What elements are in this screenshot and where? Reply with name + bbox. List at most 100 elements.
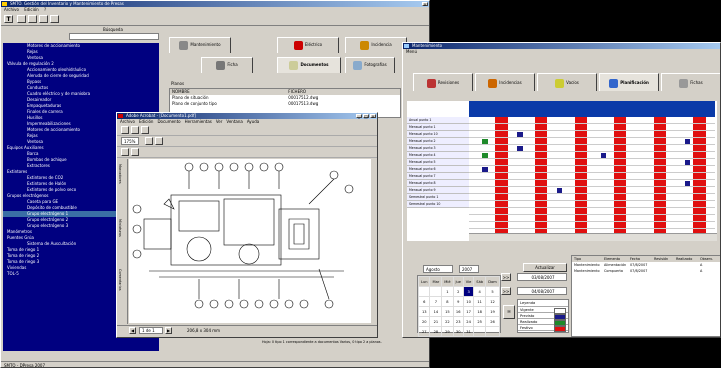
schedule-mark-previsto[interactable] (684, 181, 690, 186)
year-select[interactable]: 2007 (459, 265, 479, 273)
calendar-day[interactable]: 25 (473, 316, 487, 327)
menu-help[interactable]: ? (44, 7, 46, 12)
pdf-menu-item[interactable]: Edición (139, 119, 153, 124)
date-field-2[interactable]: 04/08/2007 (517, 287, 567, 295)
calendar-day[interactable]: 31 (462, 326, 475, 337)
calendar-day[interactable]: 22 (441, 316, 454, 327)
calendar-day[interactable]: 2 (452, 286, 464, 297)
pdf-close-button[interactable]: × (370, 114, 376, 119)
tab-incidencia[interactable]: Incidencia (345, 37, 407, 53)
menu-edicion[interactable]: Edición (24, 7, 38, 12)
calendar-day[interactable]: 7 (429, 296, 443, 307)
pdf-menu-item[interactable]: Herramientas (185, 119, 212, 124)
calendar-day[interactable]: 14 (429, 306, 443, 317)
list-item[interactable]: Plano de conjunto tipo 00017513.dwg (170, 101, 400, 107)
calendar-day[interactable]: 23 (452, 316, 464, 327)
calendar-day[interactable]: 10 (462, 296, 475, 307)
calendar-day[interactable]: 18 (473, 306, 487, 317)
tab-comentarios[interactable]: Comentarios (118, 269, 122, 291)
main-close-button[interactable]: × (422, 2, 428, 7)
maint-table[interactable]: Tipo Elemento Fecha Revisión Realizado Observ… (571, 255, 720, 337)
table-row[interactable]: Mantenimiento Compuerta 07/8/2007 A (572, 268, 720, 274)
calendar-day[interactable]: 3 (462, 286, 475, 297)
pdf-menu-item[interactable]: Archivo (120, 119, 135, 124)
calendar-day[interactable]: 15 (441, 306, 454, 317)
calendar[interactable]: Lun Mar Mié Jue Vie Sáb Dom 1 2 3 4 5 6 7 8 9 10 11 12 13 14… (417, 275, 501, 337)
calendar-day[interactable] (417, 286, 431, 297)
pdf-fit-page-button[interactable] (145, 137, 153, 145)
pdf-select-tool-button[interactable] (131, 148, 139, 156)
pdf-search-button[interactable] (141, 126, 149, 134)
menu-menu[interactable]: Menú (406, 49, 417, 54)
calendar-day[interactable]: 5 (485, 286, 500, 297)
calendar-day[interactable]: 6 (417, 296, 431, 307)
subtab-fotografias[interactable]: Fotografías (345, 57, 395, 73)
month-select[interactable]: Agosto (423, 265, 453, 273)
toolbar-open-button[interactable] (17, 15, 26, 23)
schedule-mark-previsto[interactable] (517, 146, 523, 151)
tab-electrico[interactable]: Eléctrico (277, 37, 339, 53)
menu-archivo[interactable]: Archivo (4, 7, 19, 12)
schedule-mark-previsto[interactable] (517, 132, 523, 137)
subtab-documentos[interactable]: Documentos (277, 57, 341, 73)
calendar-day[interactable]: 27 (417, 326, 431, 337)
tab-mantenimiento[interactable]: Mantenimiento (169, 37, 231, 53)
calendar-day[interactable]: 17 (462, 306, 475, 317)
calendar-day[interactable]: 29 (441, 326, 454, 337)
prev-date-button[interactable]: >> (501, 273, 511, 281)
calendar-day[interactable]: 30 (452, 326, 464, 337)
next-date-button[interactable]: >> (501, 287, 511, 295)
calendar-day[interactable] (485, 326, 500, 337)
toolbar-preview-button[interactable] (50, 15, 59, 23)
schedule-mark-previsto[interactable] (601, 153, 607, 158)
calendar-day[interactable]: 13 (417, 306, 431, 317)
calendar-day[interactable]: 20 (417, 316, 431, 327)
calendar-day[interactable]: 12 (485, 296, 500, 307)
calendar-day[interactable]: 1 (441, 286, 454, 297)
tab-miniaturas[interactable]: Miniaturas (118, 219, 122, 237)
schedule-mark-realizado[interactable] (482, 139, 488, 144)
pdf-first-page-button[interactable]: ◀ (129, 327, 136, 334)
pdf-print-button[interactable] (131, 126, 139, 134)
toolbar-print-button[interactable] (39, 15, 48, 23)
calendar-day[interactable]: 4 (473, 286, 487, 297)
calendar-day[interactable]: 8 (441, 296, 454, 307)
schedule-mark-previsto[interactable] (482, 167, 488, 172)
pdf-page-indicator[interactable]: 1 de 1 (139, 327, 163, 334)
tab-vacios[interactable]: Vacíos (537, 73, 597, 91)
calendar-day[interactable]: 28 (429, 326, 443, 337)
pdf-hand-tool-button[interactable] (121, 148, 129, 156)
subtab-ficha[interactable]: Ficha (201, 57, 253, 73)
pdf-zoom-field[interactable]: 175% (121, 137, 139, 145)
calendar-day[interactable]: 16 (452, 306, 464, 317)
tab-revisiones[interactable]: Revisiones (413, 73, 473, 91)
tab-marcadores[interactable]: Marcadores (118, 164, 122, 184)
calendar-day[interactable]: 21 (429, 316, 443, 327)
calendar-day[interactable] (473, 326, 487, 337)
grid-scrollbar[interactable] (469, 233, 717, 241)
toolbar-t-button[interactable]: T (4, 15, 13, 23)
pdf-menu-item[interactable]: Documento (157, 119, 180, 124)
calendar-day[interactable] (429, 286, 443, 297)
pdf-minimize-button[interactable]: _ (356, 114, 362, 119)
schedule-mark-previsto[interactable] (557, 188, 563, 193)
search-input[interactable] (69, 33, 159, 40)
calendar-day[interactable]: 24 (462, 316, 475, 327)
schedule-mark-previsto[interactable] (684, 160, 690, 165)
tab-fichas[interactable]: Fichas (661, 73, 720, 91)
calendar-day[interactable]: 19 (485, 306, 500, 317)
pdf-fit-width-button[interactable] (155, 137, 163, 145)
pdf-menu-item[interactable]: Ver (216, 119, 223, 124)
pdf-open-button[interactable] (121, 126, 129, 134)
pdf-last-page-button[interactable]: ▶ (165, 327, 172, 334)
calendar-day[interactable]: 9 (452, 296, 464, 307)
copy-button[interactable]: ✉ (503, 305, 515, 319)
pdf-menu-item[interactable]: Ayuda (247, 119, 259, 124)
pdf-maximize-button[interactable]: □ (363, 114, 369, 119)
actualizar-button[interactable]: Actualizar (523, 263, 567, 272)
pdf-menu-item[interactable]: Ventana (226, 119, 242, 124)
calendar-day[interactable]: 11 (473, 296, 487, 307)
tab-incidencias[interactable]: Incidencias (475, 73, 535, 91)
planning-grid[interactable]: Anual punto 1 Mensual punto 1 Mensual punt… (407, 101, 717, 241)
schedule-mark-realizado[interactable] (482, 153, 488, 158)
